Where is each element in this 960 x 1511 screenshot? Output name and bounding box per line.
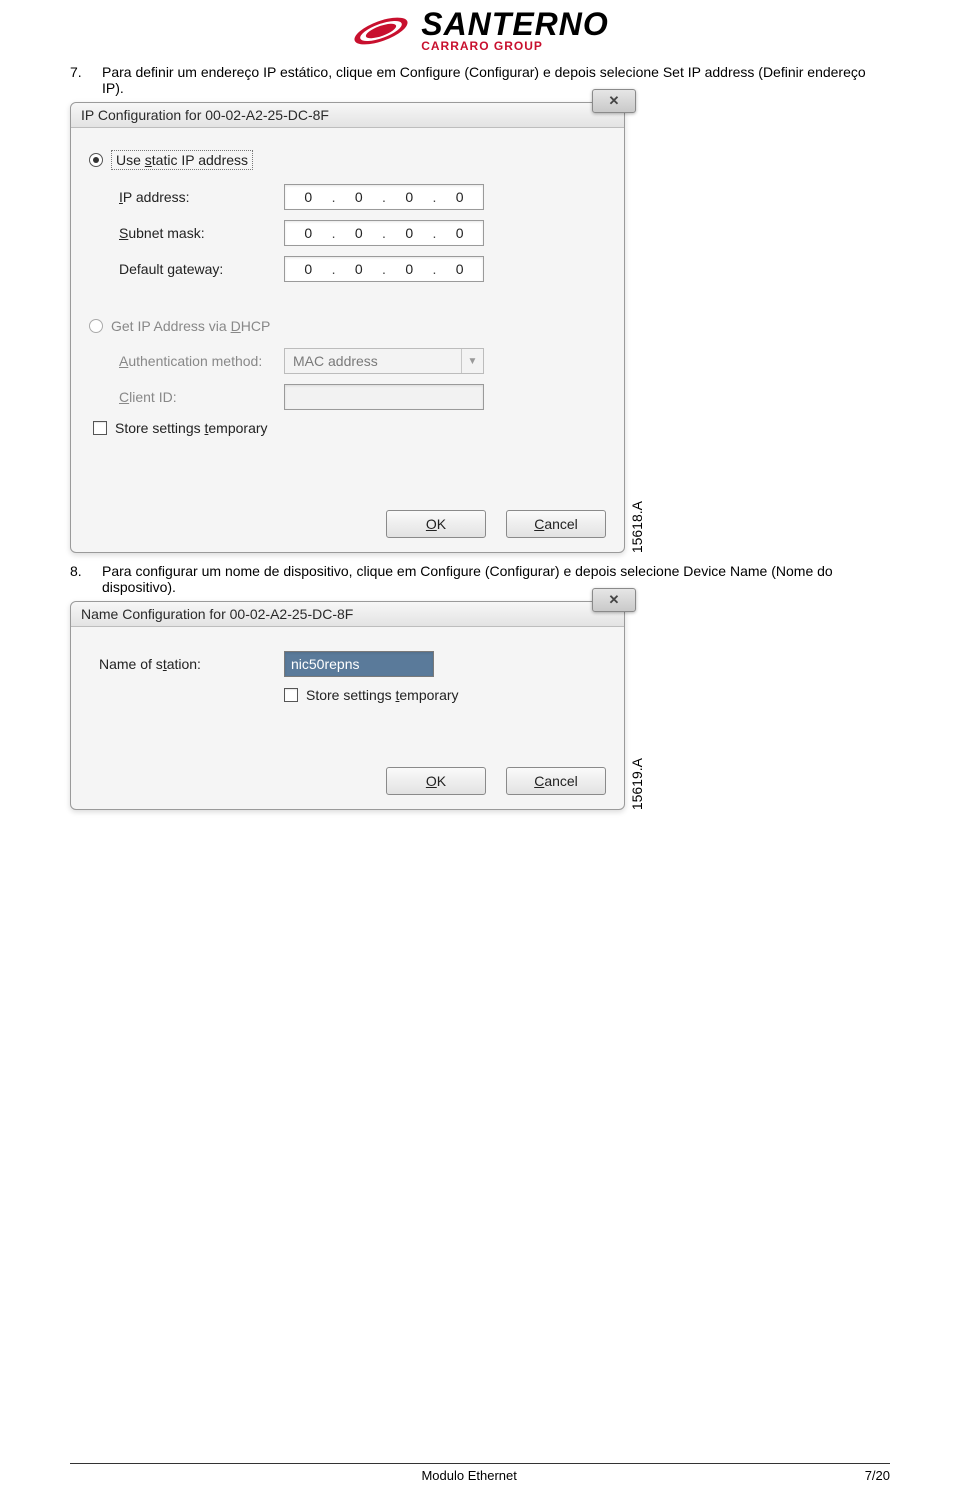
radio-dhcp-label: Get IP Address via DHCP — [111, 318, 270, 334]
close-button[interactable]: ✕ — [592, 89, 636, 113]
radio-static-row[interactable]: Use static IP address — [89, 150, 606, 170]
close-button[interactable]: ✕ — [592, 588, 636, 612]
instruction-step-7: 7. Para definir um endereço IP estático,… — [70, 64, 890, 96]
subnet-label: Subnet mask: — [119, 225, 284, 241]
dialog2-wrap: Name Configuration for 00-02-A2-25-DC-8F… — [70, 601, 890, 810]
auth-row: Authentication method: MAC address ▼ — [119, 348, 606, 374]
instruction-step-8: 8. Para configurar um nome de dispositiv… — [70, 563, 890, 595]
radio-dhcp-icon — [89, 319, 103, 333]
close-icon: ✕ — [609, 93, 620, 109]
dialog2-buttons: OK Cancel — [89, 767, 606, 795]
ok-button[interactable]: OK — [386, 510, 486, 538]
radio-dhcp-row: Get IP Address via DHCP — [89, 318, 606, 334]
dialog2-title: Name Configuration for 00-02-A2-25-DC-8F — [81, 606, 353, 622]
station-name-input[interactable]: nic50repns — [284, 651, 434, 677]
ip-config-dialog: IP Configuration for 00-02-A2-25-DC-8F ✕… — [70, 102, 625, 553]
store-temp-row-1[interactable]: Store settings temporary — [93, 420, 606, 436]
figure-label-2: 15619.A — [629, 750, 645, 810]
station-name-label: Name of station: — [99, 656, 284, 672]
header-logo-bar: SANTERNO CARRARO GROUP — [70, 10, 890, 56]
subnet-input[interactable]: 0. 0. 0. 0 — [284, 220, 484, 246]
client-label: Client ID: — [119, 389, 284, 405]
step-number: 7. — [70, 64, 88, 96]
gateway-label: Default gateway: — [119, 261, 284, 277]
dialog1-wrap: IP Configuration for 00-02-A2-25-DC-8F ✕… — [70, 102, 890, 553]
gateway-row: Default gateway: 0. 0. 0. 0 — [119, 256, 606, 282]
footer-page: 7/20 — [865, 1468, 890, 1483]
auth-select: MAC address ▼ — [284, 348, 484, 374]
ip-address-input[interactable]: 0. 0. 0. 0 — [284, 184, 484, 210]
step-text: Para configurar um nome de dispositivo, … — [102, 563, 890, 595]
cancel-button[interactable]: Cancel — [506, 767, 606, 795]
store-label: Store settings temporary — [306, 687, 459, 703]
ip-address-row: IP address: 0. 0. 0. 0 — [119, 184, 606, 210]
ip-label: IP address: — [119, 189, 284, 205]
dialog1-buttons: OK Cancel — [89, 510, 606, 538]
logo-text: SANTERNO CARRARO GROUP — [421, 10, 609, 53]
footer-center: Modulo Ethernet — [421, 1468, 516, 1483]
ok-button[interactable]: OK — [386, 767, 486, 795]
logo-inner: SANTERNO CARRARO GROUP — [351, 10, 609, 53]
client-row: Client ID: — [119, 384, 606, 410]
dialog1-titlebar: IP Configuration for 00-02-A2-25-DC-8F ✕ — [71, 103, 624, 128]
cancel-button[interactable]: Cancel — [506, 510, 606, 538]
radio-static-icon — [89, 153, 103, 167]
step-number: 8. — [70, 563, 88, 595]
page-footer: . Modulo Ethernet 7/20 — [70, 1463, 890, 1483]
gateway-input[interactable]: 0. 0. 0. 0 — [284, 256, 484, 282]
station-name-row: Name of station: nic50repns — [99, 651, 606, 677]
chevron-down-icon: ▼ — [461, 349, 483, 373]
radio-static-label: Use static IP address — [111, 150, 253, 170]
logo-mark-icon — [351, 11, 411, 51]
subnet-row: Subnet mask: 0. 0. 0. 0 — [119, 220, 606, 246]
close-icon: ✕ — [609, 592, 620, 608]
checkbox-icon — [284, 688, 298, 702]
name-config-dialog: Name Configuration for 00-02-A2-25-DC-8F… — [70, 601, 625, 810]
store-temp-row-2[interactable]: Store settings temporary — [284, 687, 606, 703]
auth-label: Authentication method: — [119, 353, 284, 369]
dialog2-titlebar: Name Configuration for 00-02-A2-25-DC-8F… — [71, 602, 624, 627]
checkbox-icon — [93, 421, 107, 435]
figure-label-1: 15618.A — [629, 493, 645, 553]
store-label: Store settings temporary — [115, 420, 268, 436]
client-input — [284, 384, 484, 410]
brand-name: SANTERNO — [421, 10, 609, 39]
step-text: Para definir um endereço IP estático, cl… — [102, 64, 890, 96]
dialog1-title: IP Configuration for 00-02-A2-25-DC-8F — [81, 107, 329, 123]
